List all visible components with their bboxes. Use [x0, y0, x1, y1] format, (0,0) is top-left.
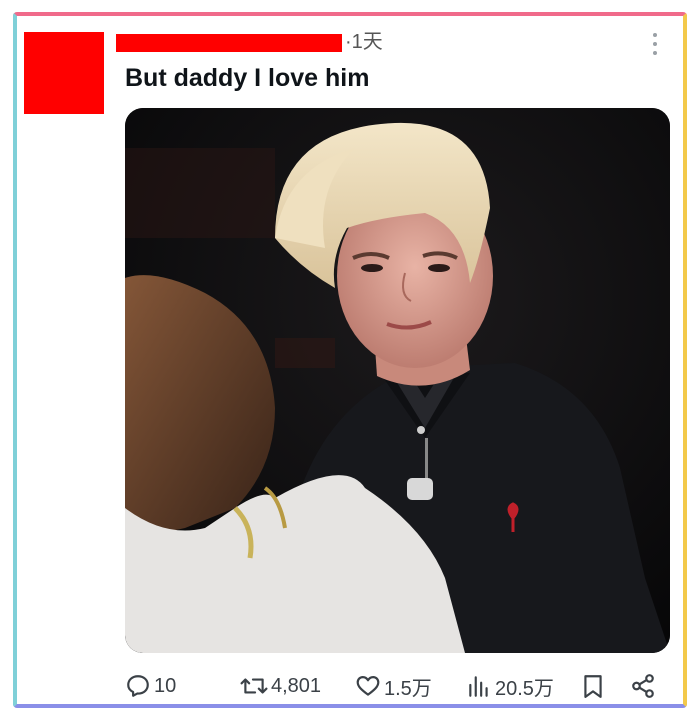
share-icon: [632, 674, 654, 698]
post-text: But daddy I love him: [125, 64, 370, 92]
bookmark-icon: [584, 675, 602, 698]
repost-count: 4,801: [271, 674, 322, 697]
view-count: 20.5万: [495, 677, 554, 700]
post-actions: 10 4,801 1.5万 20.5万: [125, 666, 670, 706]
views-button[interactable]: 20.5万: [466, 672, 554, 700]
username-redacted[interactable]: [116, 34, 342, 52]
post-photo[interactable]: [125, 108, 670, 653]
comment-icon: [127, 675, 149, 697]
bookmark-button[interactable]: [581, 672, 605, 700]
repost-button[interactable]: 4,801: [240, 672, 321, 700]
reply-count: 10: [154, 674, 177, 697]
retweet-icon: [240, 678, 268, 694]
like-count: 1.5万: [384, 677, 432, 700]
post-time[interactable]: 1天: [352, 31, 383, 53]
avatar-redacted[interactable]: [24, 32, 104, 114]
time-separator: ·: [345, 31, 352, 53]
bar-chart-icon: [469, 676, 488, 697]
like-button[interactable]: 1.5万: [355, 672, 432, 700]
more-vertical-icon[interactable]: [646, 30, 664, 58]
post-meta: ·1天: [345, 29, 383, 55]
reply-button[interactable]: 10: [125, 672, 176, 700]
share-button[interactable]: [630, 672, 656, 700]
heart-icon: [356, 676, 380, 696]
